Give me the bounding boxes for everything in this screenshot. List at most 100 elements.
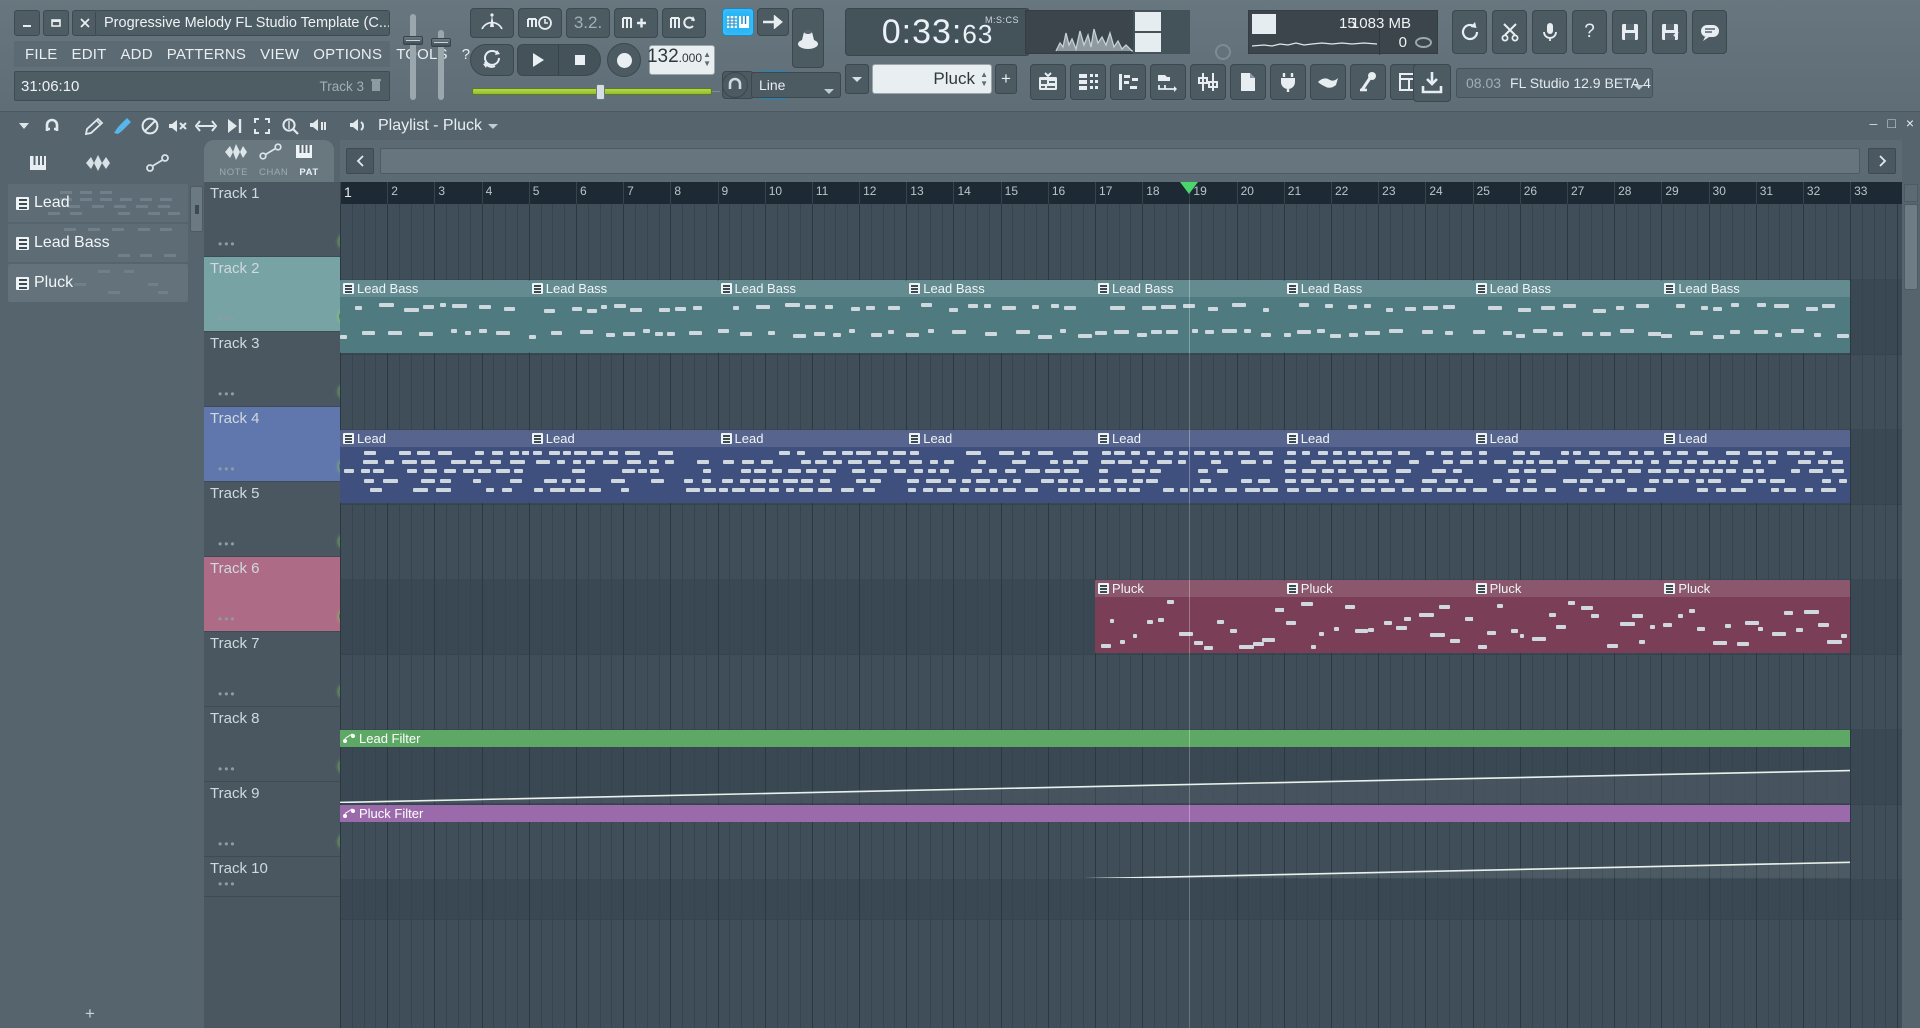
draw-pencil-icon[interactable] [80,113,108,139]
maximize-button[interactable] [43,10,69,36]
mixer-icon[interactable] [1190,64,1226,100]
track-options-icon[interactable]: ••• [218,312,237,326]
snap-magnet-icon[interactable] [722,72,748,98]
mute-icon[interactable] [164,113,192,139]
microphone-icon[interactable] [1532,10,1567,54]
track-header[interactable]: Track 5 ••• [204,482,352,557]
clip-header[interactable]: Lead Bass [906,280,1096,297]
version-box[interactable]: 08.03 FL Studio 12.9 BETA 4 [1456,68,1653,98]
song-mode-button[interactable] [757,8,789,36]
master-level-knob[interactable] [596,84,605,100]
chevron-down-icon[interactable] [488,117,499,135]
tab-note-icon[interactable] [223,143,249,164]
pattern-clip[interactable]: Lead [1661,430,1851,503]
pattern-clip[interactable]: Lead [1283,430,1473,503]
channel-list-scrollbar[interactable] [190,186,203,232]
menu-chevron-icon[interactable] [10,113,38,139]
playlist-close-button[interactable]: × [1906,115,1914,131]
osc-settings-icon[interactable] [1215,44,1231,60]
clip-header[interactable]: Lead Bass [717,280,907,297]
track-header[interactable]: Track 8 ••• [204,707,352,782]
track-options-icon[interactable]: ••• [218,612,237,626]
audition-icon[interactable] [344,113,372,139]
slice-icon[interactable] [220,113,248,139]
comment-icon[interactable] [1692,10,1727,54]
minimize-button[interactable] [14,10,40,36]
plugin-icon[interactable] [1270,64,1306,100]
pattern-clip[interactable]: Lead [528,430,718,503]
clip-header[interactable]: Lead Bass [340,280,529,297]
browser-icon[interactable] [1150,64,1186,100]
clip-header[interactable]: Lead [1283,430,1473,447]
help-icon[interactable]: ? [1572,10,1607,54]
refresh-icon[interactable] [1452,10,1487,54]
clip-header[interactable]: Lead Bass [1283,280,1473,297]
tab-chan-icon[interactable] [259,143,283,164]
pattern-clip[interactable]: Lead Bass [1472,280,1662,353]
grid-track-row[interactable] [340,879,1902,919]
channel-item-pluck[interactable]: Pluck [8,264,188,302]
pattern-clip[interactable]: Lead [717,430,907,503]
pattern-clip[interactable]: Pluck [1283,580,1473,653]
tempo-field[interactable]: 132.000 ▲ ▼ [647,45,715,75]
delete-slash-icon[interactable] [136,113,164,139]
track-header[interactable]: Track 2 ••• [204,257,352,332]
playhead-marker[interactable] [1180,182,1199,194]
track-options-icon[interactable]: ••• [218,237,237,251]
tab-audio-wave[interactable] [68,145,128,181]
clip-header[interactable]: Lead [906,430,1096,447]
select-icon[interactable] [248,113,276,139]
clip-header[interactable]: Lead [340,430,529,447]
pattern-clip[interactable]: Lead [1472,430,1662,503]
automation-clip[interactable]: Lead Filter [340,730,1851,804]
channel-item-lead[interactable]: Lead [8,184,188,222]
save-icon[interactable] [1612,10,1647,54]
clip-header[interactable]: Lead [1661,430,1851,447]
tab-label-chan[interactable]: CHAN [259,167,288,178]
playlist-h-scrollbar[interactable] [380,148,1860,174]
scroll-up-button[interactable] [1904,184,1918,202]
add-pattern-button[interactable]: + [995,64,1017,94]
automation-clip[interactable]: Pluck Filter [340,805,1851,896]
playback-icon[interactable] [304,113,332,139]
play-button[interactable] [518,45,559,75]
playlist-grid[interactable]: Lead Bass Lead Bass Lead Bass Lead Bass Lead… [340,204,1902,1028]
pattern-clip[interactable]: Pluck [1661,580,1851,653]
pattern-clip[interactable]: Lead Bass [717,280,907,353]
save-as-icon[interactable] [1652,10,1687,54]
record-button[interactable] [607,43,641,77]
pattern-dropdown-button[interactable] [845,64,869,94]
timeline-ruler[interactable]: 1 2 3 4 5 6 7 8 9 10 11 12 13 14 15 16 17 18 19 20 21 22 23 24 2… [340,182,1902,204]
master-volume-fader[interactable] [403,14,423,100]
clip-header[interactable]: Lead Filter [340,730,1851,747]
grid-track-row[interactable] [340,354,1902,429]
grid-track-row[interactable] [340,654,1902,729]
tab-pat-icon[interactable] [293,143,315,164]
tab-label-pat[interactable]: PAT [299,167,318,178]
track-options-icon[interactable]: ••• [218,837,237,851]
chevron-down-icon[interactable] [1634,79,1644,94]
metronome-icon[interactable] [470,8,514,38]
pattern-clip[interactable]: Lead [906,430,1096,503]
tab-automation[interactable] [128,145,188,181]
zoom-icon[interactable] [276,113,304,139]
clip-header[interactable]: Lead [1472,430,1662,447]
scroll-left-button[interactable] [346,148,374,174]
stop-button[interactable] [559,45,600,75]
new-project-icon[interactable] [1230,64,1266,100]
clip-header[interactable]: Lead [528,430,718,447]
slip-icon[interactable] [192,113,220,139]
menu-item-file[interactable]: FILE [18,46,64,63]
loop-toggle-button[interactable] [470,44,514,76]
track-header[interactable]: Track 10 ••• [204,857,340,897]
tempo-stepper[interactable]: ▲ ▼ [703,50,711,68]
add-channel-button[interactable]: + [85,1004,95,1024]
menu-item-options[interactable]: OPTIONS [306,46,389,63]
playlist-window-icon[interactable] [1030,64,1066,100]
track-header[interactable]: Track 1 ••• [204,182,352,257]
track-header[interactable]: Track 6 ••• [204,557,352,632]
menu-item-view[interactable]: VIEW [253,46,306,63]
wait-for-input-icon[interactable] [518,8,562,38]
magnet-snap-icon[interactable] [38,113,66,139]
slide-icon[interactable] [1310,64,1346,100]
